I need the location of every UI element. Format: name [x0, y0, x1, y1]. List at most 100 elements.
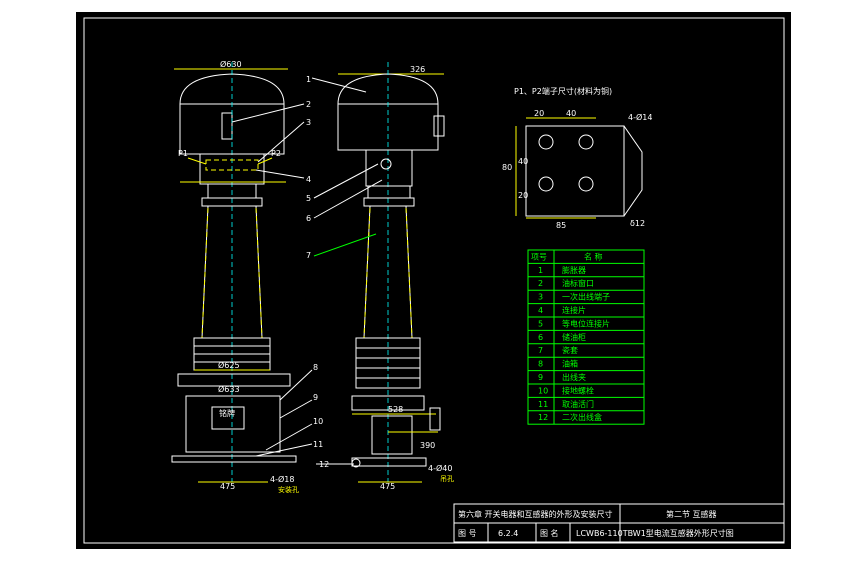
terminal-detail-title: P1、P2端子尺寸(材料为铜) [514, 86, 612, 96]
terminal-hole [538, 176, 554, 192]
parts-table-frame [527, 249, 645, 425]
title-block: 第六章 开关电器和互感器的外形及安装尺寸 第二节 互感器 图 号 6.2.4 图… [453, 503, 785, 543]
table-cell-name: 油箱 [562, 359, 578, 369]
front-top-dia-label: Ø630 [220, 59, 242, 69]
table-cell-no: 6 [538, 333, 543, 342]
leader-line [187, 157, 207, 165]
front-hole-caption: 安装孔 [278, 485, 299, 494]
callout-6: 6 [306, 214, 311, 223]
front-view: Ø630 P1 P2 Ø625 Ø633 铭牌 475 4-Ø18 安装孔 2 … [171, 59, 323, 494]
terminal-d2: 40 [566, 109, 576, 118]
secondary-box [429, 407, 441, 431]
callout-5: 5 [306, 194, 311, 203]
leader-line [313, 233, 377, 257]
side-base-plate [351, 457, 427, 467]
fig-no-label: 图 号 [458, 529, 477, 538]
table-header-no: 项号 [531, 252, 547, 261]
terminal-holes: 4-Ø14 [628, 112, 652, 122]
callout-4: 4 [306, 175, 311, 184]
side-fitting [433, 115, 445, 137]
fig-no: 6.2.4 [498, 529, 518, 538]
side-neck [367, 185, 411, 199]
table-cell-name: 二次出线盒 [562, 412, 602, 422]
leader-line [313, 179, 383, 219]
table-cell-name: 连接片 [562, 305, 586, 315]
side-base-width-label: 475 [380, 482, 395, 491]
terminal-tab [623, 125, 643, 217]
table-cell-name: 一次出线端子 [562, 292, 610, 302]
front-flange2-label: Ø633 [218, 384, 240, 394]
side-tank [371, 415, 413, 455]
callout-12: 12 [319, 460, 329, 469]
side-lift-caption: 吊孔 [440, 475, 454, 483]
side-view: 326 528 390 475 4-Ø40 吊孔 1 5 6 7 12 [306, 62, 454, 491]
front-holes-label: 4-Ø18 [270, 474, 294, 484]
terminal-width: 85 [556, 221, 566, 230]
callout-7: 7 [306, 251, 311, 260]
table-cell-name: 出线夹 [562, 372, 586, 382]
table-cell-name: 储油柜 [562, 332, 586, 342]
section-title: 第二节 互感器 [666, 509, 717, 519]
side-offset-label: 390 [420, 441, 435, 450]
terminal-h1: 80 [502, 163, 512, 172]
table-cell-no: 2 [538, 279, 543, 288]
side-terminal [380, 158, 392, 170]
terminal-h3: 20 [518, 191, 528, 200]
table-cell-name: 瓷套 [562, 345, 578, 355]
table-cell-name: 膨胀器 [562, 265, 586, 275]
leader-line [257, 121, 305, 163]
side-mid-width-label: 528 [388, 405, 403, 414]
table-cell-no: 8 [538, 360, 543, 369]
drawing-canvas: Ø630 P1 P2 Ø625 Ø633 铭牌 475 4-Ø18 安装孔 2 … [83, 17, 785, 544]
callout-2: 2 [306, 100, 311, 109]
drawing-sheet: Ø630 P1 P2 Ø625 Ø633 铭牌 475 4-Ø18 安装孔 2 … [76, 12, 791, 549]
terminal-hole [538, 134, 554, 150]
leader-line [311, 77, 367, 93]
chapter-title: 第六章 开关电器和互感器的外形及安装尺寸 [458, 509, 613, 519]
fig-name-label: 图 名 [540, 528, 559, 538]
leader-line [255, 169, 305, 179]
table-cell-name: 取油活门 [562, 399, 594, 409]
fig-name: LCWB6-110TBW1型电流互感器外形尺寸图 [576, 528, 734, 538]
table-header-name: 名 称 [584, 251, 603, 261]
side-flange-ring [363, 197, 415, 207]
oil-window [221, 112, 233, 140]
terminal-plate [525, 125, 625, 217]
leader-line [255, 443, 313, 457]
callout-9: 9 [313, 393, 318, 402]
leader-line [257, 157, 273, 165]
terminal-detail: P1、P2端子尺寸(材料为铜) 20 40 4-Ø14 80 40 20 85 … [502, 86, 652, 230]
table-cell-no: 5 [538, 319, 543, 328]
callout-3: 3 [306, 118, 311, 127]
nameplate-label: 铭牌 [219, 408, 235, 418]
callout-10: 10 [313, 417, 323, 426]
table-cell-name: 接地螺栓 [562, 385, 594, 395]
table-cell-name: 等电位连接片 [562, 318, 610, 328]
terminal-d1: 20 [534, 109, 544, 118]
terminal-hole [578, 134, 594, 150]
leader-line [279, 399, 313, 419]
side-lift-holes-label: 4-Ø40 [428, 463, 452, 473]
table-cell-no: 10 [538, 386, 548, 395]
terminal-p2: P2 [271, 149, 281, 158]
terminal-thick: δ12 [630, 219, 645, 228]
base-plate [171, 455, 297, 463]
parts-table: 项号 名 称 1 膨胀器 2 油标窗口 3 一次出线端子 4 连接片 5 等电位连接片 6 储油柜 7 瓷套 8… [527, 249, 645, 425]
front-base-width-label: 475 [220, 482, 235, 491]
front-flange1-label: Ø625 [218, 360, 240, 370]
leader-line [231, 103, 305, 123]
table-cell-name: 油标窗口 [562, 278, 594, 288]
terminal-p1: P1 [178, 149, 188, 158]
side-top-width-label: 326 [410, 65, 425, 74]
terminal-hole [578, 176, 594, 192]
oil-tank [185, 395, 281, 453]
table-cell-no: 11 [538, 400, 548, 409]
table-cell-no: 4 [538, 306, 543, 315]
callout-1: 1 [306, 75, 311, 84]
table-cell-no: 1 [538, 266, 543, 275]
callout-11: 11 [313, 440, 323, 449]
leader-line [265, 423, 313, 451]
callout-8: 8 [313, 363, 318, 372]
terminal-h2: 40 [518, 157, 528, 166]
table-cell-no: 3 [538, 293, 543, 302]
